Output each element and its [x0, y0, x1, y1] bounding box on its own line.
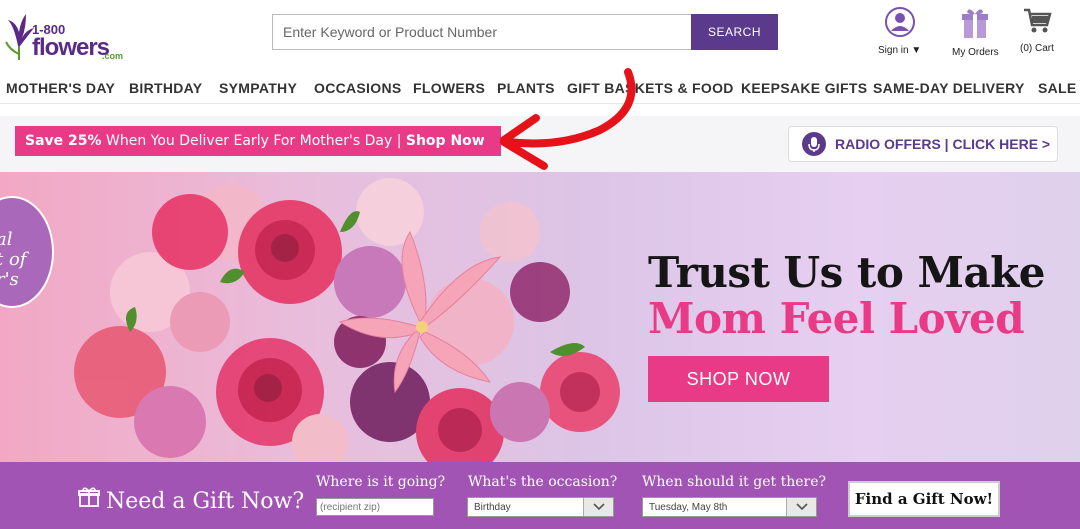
my-orders-button[interactable]: My Orders: [952, 6, 999, 58]
nav-item-keepsake-gifts[interactable]: KEEPSAKE GIFTS: [741, 80, 867, 96]
promo-save: Save 25%: [25, 133, 102, 149]
red-arrow-annotation: [500, 68, 636, 170]
occasion-select[interactable]: Birthday: [467, 497, 614, 517]
where-label: Where is it going?: [316, 474, 446, 490]
logo-wordmark: flowers: [32, 34, 110, 61]
user-icon: [884, 7, 915, 37]
radio-offers-label: RADIO OFFERS | CLICK HERE >: [835, 136, 1051, 152]
gift-icon: [78, 487, 100, 507]
nav-item-mothers-day[interactable]: MOTHER'S DAY: [6, 80, 115, 96]
chevron-down-icon: [786, 498, 816, 516]
promo-banner[interactable]: Save 25% When You Deliver Early For Moth…: [15, 126, 501, 156]
my-orders-label: My Orders: [952, 47, 999, 58]
recipient-zip-input[interactable]: [316, 498, 434, 516]
search-input[interactable]: [272, 14, 692, 50]
promo-shop-link[interactable]: Shop Now: [406, 133, 485, 149]
caret-down-icon: ▼: [911, 45, 922, 56]
hero-title-line1: Trust Us to Make: [648, 248, 1046, 297]
hero-title-line2: Mom Feel Loved: [648, 294, 1025, 343]
gift-box-icon: [962, 9, 989, 38]
nav-item-occasions[interactable]: OCCASIONS: [314, 80, 402, 96]
cart-icon: [1023, 8, 1052, 33]
chevron-down-icon: [583, 498, 613, 516]
radio-offers-button[interactable]: RADIO OFFERS | CLICK HERE >: [788, 126, 1058, 162]
hero-badge-line1: al: [0, 229, 13, 250]
occasion-value: Birthday: [474, 501, 511, 513]
logo-suffix: .com: [102, 51, 124, 61]
gift-finder-title: Need a Gift Now?: [106, 489, 305, 514]
site-header: 1-800 flowers .com SEARCH Sign in ▼ My O…: [0, 0, 1080, 68]
nav-item-sale[interactable]: SALE: [1038, 80, 1077, 96]
when-label: When should it get there?: [642, 474, 826, 490]
radio-mic-icon: [802, 132, 826, 156]
site-logo[interactable]: 1-800 flowers .com: [4, 6, 124, 62]
nav-item-birthday[interactable]: BIRTHDAY: [129, 80, 202, 96]
find-gift-button[interactable]: Find a Gift Now!: [848, 481, 1000, 517]
hero-badge-line2: t of: [0, 249, 27, 270]
gift-finder-bar: Need a Gift Now? Where is it going? What…: [0, 462, 1080, 529]
signin-button[interactable]: Sign in ▼: [878, 6, 921, 56]
nav-item-flowers[interactable]: FLOWERS: [413, 80, 485, 96]
delivery-date-value: Tuesday, May 8th: [649, 501, 728, 513]
shop-now-button[interactable]: SHOP NOW: [648, 356, 829, 402]
search-button[interactable]: SEARCH: [691, 14, 778, 50]
nav-item-sympathy[interactable]: SYMPATHY: [219, 80, 297, 96]
hero-banner: al t of r's: [0, 172, 1080, 462]
promo-text: When You Deliver Early For Mother's Day …: [101, 133, 406, 149]
flower-bouquet-image: [74, 178, 620, 462]
cart-button[interactable]: (0) Cart: [1020, 6, 1054, 54]
occasion-label: What's the occasion?: [468, 474, 618, 490]
cart-label: Cart: [1035, 43, 1054, 54]
delivery-date-select[interactable]: Tuesday, May 8th: [642, 497, 817, 517]
cart-count: (0): [1020, 43, 1033, 54]
signin-label: Sign in: [878, 45, 909, 56]
hero-badge-text: al t of r's: [0, 230, 26, 290]
hero-badge-line3: r's: [0, 269, 19, 290]
nav-item-same-day-delivery[interactable]: SAME-DAY DELIVERY: [873, 80, 1025, 96]
